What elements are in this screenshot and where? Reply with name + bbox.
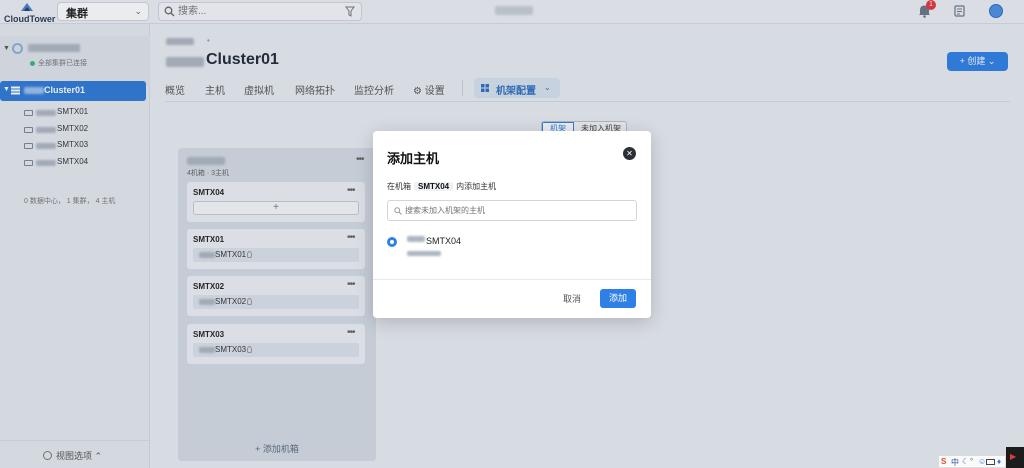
- desc-suffix: 内添加主机: [456, 182, 497, 191]
- cancel-button[interactable]: 取消: [563, 292, 581, 305]
- host-ip-blurred: [407, 251, 441, 256]
- keyboard-icon[interactable]: [986, 459, 995, 465]
- host-radio-selected[interactable]: [387, 237, 397, 247]
- ime-logo-icon[interactable]: S: [941, 457, 946, 466]
- host-search[interactable]: [387, 200, 637, 221]
- search-icon: [394, 207, 402, 215]
- desc-prefix: 在机箱: [387, 182, 411, 191]
- add-button[interactable]: 添加: [600, 289, 636, 308]
- add-host-dialog: 添加主机 ✕ 在机箱SMTX04内添加主机 SMTX04 取消 添加: [373, 131, 651, 318]
- taskbar-app-icon[interactable]: ▶: [1006, 447, 1024, 468]
- dialog-title: 添加主机: [387, 151, 440, 166]
- dialog-divider: [373, 279, 651, 280]
- host-option-label[interactable]: SMTX04: [426, 236, 461, 246]
- app-glyph-icon: ▶: [1010, 452, 1017, 461]
- host-search-input[interactable]: [405, 204, 630, 217]
- moon-icon[interactable]: ☾: [962, 457, 969, 466]
- ime-mode-indicator[interactable]: 中: [951, 457, 959, 468]
- host-prefix-blurred: [407, 236, 425, 242]
- close-icon[interactable]: ✕: [623, 147, 636, 160]
- emoji-icon[interactable]: ☺: [978, 457, 986, 466]
- skin-icon[interactable]: ♦: [997, 457, 1001, 466]
- system-tray: S 中 ☾ ° ☺ ♦: [938, 455, 1006, 468]
- dialog-description: 在机箱 SMTX04 内添加主机: [387, 181, 496, 192]
- chassis-tag: SMTX04: [414, 182, 454, 191]
- punctuation-icon[interactable]: °: [970, 457, 973, 466]
